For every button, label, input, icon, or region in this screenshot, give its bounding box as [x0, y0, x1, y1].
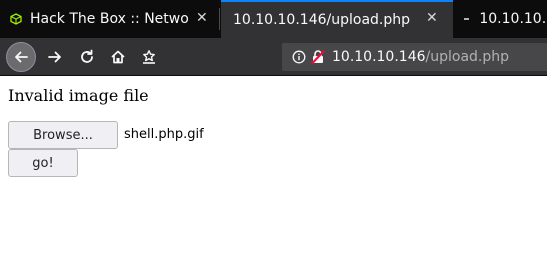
tab-label: Hack The Box :: Networke — [30, 11, 190, 27]
tab-divider — [219, 8, 220, 30]
tab-hack-the-box[interactable]: Hack The Box :: Networke ✕ — [0, 0, 219, 38]
insecure-lock-icon[interactable] — [310, 49, 326, 65]
submit-button[interactable]: go! — [8, 149, 78, 177]
arrow-right-icon — [48, 51, 61, 63]
browse-button[interactable]: Browse... — [8, 121, 118, 149]
tab-upload-php[interactable]: 10.10.10.146/upload.php ✕ — [221, 0, 453, 38]
info-icon[interactable] — [292, 50, 306, 64]
bookmarks-button[interactable] — [134, 42, 164, 72]
arrow-left-icon — [15, 51, 28, 63]
page-content: Invalid image file Browse... shell.php.g… — [0, 76, 547, 262]
url-bar[interactable]: 10.10.10.146/upload.php — [282, 43, 547, 71]
selected-file-name: shell.php.gif — [124, 127, 204, 142]
close-icon[interactable]: ✕ — [426, 10, 438, 26]
tab-label: 10.10.10.146/upload.php — [233, 12, 411, 28]
url-host: 10.10.10.146 — [332, 49, 426, 65]
forward-button[interactable] — [40, 42, 70, 72]
url-text[interactable]: 10.10.10.146/upload.php — [332, 49, 509, 65]
cube-icon — [10, 13, 22, 25]
home-button[interactable] — [103, 42, 133, 72]
star-tray-icon — [143, 50, 155, 64]
loading-dot-icon — [464, 18, 470, 20]
tab-third[interactable]: 10.10.10.1 — [458, 0, 547, 38]
tab-strip: Hack The Box :: Networke ✕ 10.10.10.146/… — [0, 0, 547, 38]
close-icon[interactable]: ✕ — [196, 10, 208, 26]
back-button[interactable] — [6, 42, 36, 72]
url-path: /upload.php — [425, 49, 510, 65]
reload-button[interactable] — [72, 42, 102, 72]
tab-label: 10.10.10.1 — [479, 11, 547, 27]
reload-icon — [81, 49, 93, 63]
error-message: Invalid image file — [8, 86, 149, 105]
home-icon — [111, 50, 125, 64]
navigation-toolbar: 10.10.10.146/upload.php — [0, 38, 547, 76]
